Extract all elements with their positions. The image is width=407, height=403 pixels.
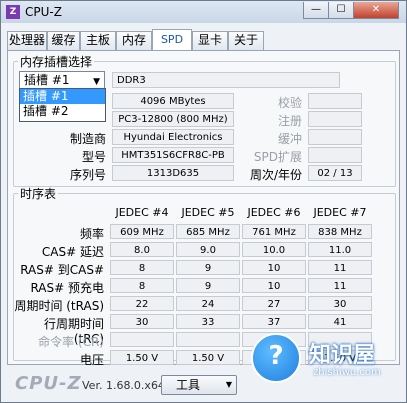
slot-option-1[interactable]: 插槽 #1 xyxy=(20,89,105,104)
timing-cell: 8 xyxy=(110,260,174,275)
title-bar[interactable]: Z CPU-Z — ☐ ✕ xyxy=(1,1,406,23)
watermark-text: 知识屋 xyxy=(309,343,376,368)
timing-cell: 10.0 xyxy=(242,242,306,257)
timing-cell: 11.0 xyxy=(308,242,372,257)
timing-cell: 37 xyxy=(242,314,306,329)
timing-cell: 30 xyxy=(110,314,174,329)
spd-panel: 内存插槽选择 插槽 #1 ▼ DDR3 4096 MBytes 校验 PC3-1… xyxy=(7,50,400,367)
tab-mainboard[interactable]: 主板 xyxy=(80,31,116,50)
timing-cell: 8 xyxy=(110,278,174,293)
timing-column-header: JEDEC #5 xyxy=(181,206,235,219)
max-bandwidth-value: PC3-12800 (800 MHz) xyxy=(112,111,234,127)
week-year-label: 周次/年份 xyxy=(249,168,302,182)
timing-row-label: RAS# 到CAS# xyxy=(20,263,104,277)
spd-ext-value xyxy=(308,147,362,163)
part-number-label: 型号 xyxy=(81,150,106,164)
timing-cell: 1.50 V xyxy=(110,350,174,365)
registered-label: 注册 xyxy=(277,114,302,128)
timing-cell: 9.0 xyxy=(176,242,240,257)
timing-cell: 30 xyxy=(308,296,372,311)
timing-row-label: 周期时间 (tRAS) xyxy=(14,299,104,313)
maximize-button[interactable]: ☐ xyxy=(328,2,354,19)
spd-ext-label: SPD扩展 xyxy=(253,150,302,164)
timing-cell: 1.50 V xyxy=(176,350,240,365)
timing-row-label: 命令率 (CR) xyxy=(38,335,104,349)
close-button[interactable]: ✕ xyxy=(353,2,399,19)
timing-cell: 10 xyxy=(242,260,306,275)
part-number-value: HMT351S6CFR8C-PB xyxy=(112,147,234,163)
version-text: Ver. 1.68.0.x64 xyxy=(82,379,165,392)
tab-cpu[interactable]: 处理器 xyxy=(7,31,47,50)
memory-type-value: DDR3 xyxy=(112,72,340,88)
tab-cache[interactable]: 缓存 xyxy=(47,31,80,50)
correction-value xyxy=(308,93,362,109)
timing-cell: 24 xyxy=(176,296,240,311)
watermark-subtext: zhishiwu.com xyxy=(313,367,381,378)
timing-row-label: 电压 xyxy=(79,353,104,367)
slot-dropdown-list: 插槽 #1 插槽 #2 xyxy=(19,88,106,122)
timing-column-header: JEDEC #4 xyxy=(115,206,169,219)
timing-column-header: JEDEC #6 xyxy=(247,206,301,219)
week-year-value: 02 / 13 xyxy=(308,165,362,181)
tools-button[interactable]: 工具 ▼ xyxy=(161,375,237,395)
window-title: CPU-Z xyxy=(25,5,62,19)
slot-select[interactable]: 插槽 #1 ▼ xyxy=(19,71,105,89)
timing-cell: 609 MHz xyxy=(110,224,174,239)
timing-cell: 10 xyxy=(242,278,306,293)
timing-cell: 685 MHz xyxy=(176,224,240,239)
buffered-label: 缓冲 xyxy=(277,132,302,146)
tools-button-label: 工具 xyxy=(176,378,201,392)
timing-cell xyxy=(176,332,240,347)
watermark-question-icon: ? xyxy=(251,333,301,383)
timing-cell: 33 xyxy=(176,314,240,329)
timing-column-header: JEDEC #7 xyxy=(313,206,367,219)
timing-cell: 761 MHz xyxy=(242,224,306,239)
serial-number-label: 序列号 xyxy=(69,168,106,182)
manufacturer-value: Hyundai Electronics xyxy=(112,129,234,145)
timing-cell: 11 xyxy=(308,278,372,293)
watermark-question-glyph: ? xyxy=(268,341,284,371)
cpuz-window: Z CPU-Z — ☐ ✕ 处理器 缓存 主板 内存 SPD 显卡 关于 内存插… xyxy=(0,0,407,403)
serial-number-value: 1313D635 xyxy=(112,165,234,181)
timing-cell: 27 xyxy=(242,296,306,311)
cpuz-logo: CPU-Z xyxy=(15,373,82,394)
timing-cell: 41 xyxy=(308,314,372,329)
cpuz-app-icon: Z xyxy=(6,5,20,19)
tab-spd[interactable]: SPD xyxy=(152,29,192,51)
manufacturer-label: 制造商 xyxy=(69,132,106,146)
timing-row-label: RAS# 预充电 xyxy=(30,281,104,295)
timing-cell xyxy=(110,332,174,347)
buffered-value xyxy=(308,129,362,145)
tab-graphics[interactable]: 显卡 xyxy=(192,31,228,50)
slot-option-2[interactable]: 插槽 #2 xyxy=(20,104,105,119)
timing-cell: 9 xyxy=(176,260,240,275)
timing-cell: 9 xyxy=(176,278,240,293)
minimize-button[interactable]: — xyxy=(303,2,329,19)
module-size-value: 4096 MBytes xyxy=(112,93,234,109)
watermark-logo: ? 知识屋 zhishiwu.com xyxy=(251,331,401,391)
tab-memory[interactable]: 内存 xyxy=(116,31,152,50)
registered-value xyxy=(308,111,362,127)
timing-cell: 22 xyxy=(110,296,174,311)
tab-about[interactable]: 关于 xyxy=(228,31,264,50)
correction-label: 校验 xyxy=(277,96,302,110)
chevron-down-icon: ▼ xyxy=(225,380,232,389)
timings-legend: 时序表 xyxy=(20,187,57,201)
slot-select-value: 插槽 #1 xyxy=(24,73,70,87)
timing-row-label: CAS# 延迟 xyxy=(41,245,104,259)
timing-cell: 8.0 xyxy=(110,242,174,257)
slot-selection-legend: 内存插槽选择 xyxy=(20,55,93,69)
timing-cell: 11 xyxy=(308,260,372,275)
timing-cell: 838 MHz xyxy=(308,224,372,239)
timing-row-label: 频率 xyxy=(79,227,104,241)
